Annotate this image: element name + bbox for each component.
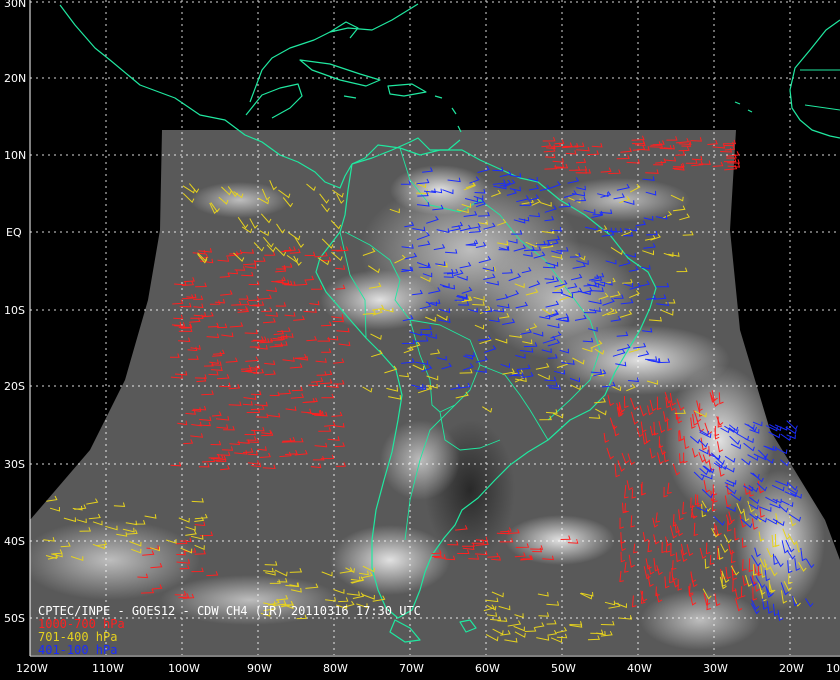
- lon-label-120w: 120W: [16, 662, 48, 675]
- lon-label-110w: 110W: [92, 662, 124, 675]
- lon-label-70w: 70W: [399, 662, 424, 675]
- lon-label-20w: 20W: [779, 662, 804, 675]
- caption-and-legend: CPTEC/INPE - GOES12 - CDW CH4 (IR) 20110…: [38, 604, 421, 657]
- legend-low-level: 1000-700 hPa: [38, 617, 125, 631]
- lat-label-30n: 30N: [4, 0, 26, 10]
- lon-label-60w: 60W: [475, 662, 500, 675]
- axis-labels: 30N 20N 10N EQ 10S 20S 30S 40S 50S 120W …: [4, 0, 840, 675]
- lon-label-40w: 40W: [627, 662, 652, 675]
- legend-mid-level: 701-400 hPa: [38, 630, 117, 644]
- longitude-labels: 120W 110W 100W 90W 80W 70W 60W 50W 40W 3…: [16, 662, 840, 675]
- lon-label-50w: 50W: [551, 662, 576, 675]
- lat-label-20s: 20S: [4, 380, 25, 393]
- legend-high-level: 401-100 hPa: [38, 643, 117, 657]
- lat-label-30s: 30S: [4, 458, 25, 471]
- lat-label-eq: EQ: [6, 226, 22, 239]
- lat-label-10n: 10N: [4, 149, 26, 162]
- lon-label-80w: 80W: [323, 662, 348, 675]
- lat-label-40s: 40S: [4, 535, 25, 548]
- lat-label-20n: 20N: [4, 72, 26, 85]
- lon-label-90w: 90W: [247, 662, 272, 675]
- lon-label-30w: 30W: [703, 662, 728, 675]
- latitude-labels: 30N 20N 10N EQ 10S 20S 30S 40S 50S: [4, 0, 26, 625]
- product-caption: CPTEC/INPE - GOES12 - CDW CH4 (IR) 20110…: [38, 604, 421, 618]
- lon-label-100w: 100W: [168, 662, 200, 675]
- lat-label-50s: 50S: [4, 612, 25, 625]
- lon-label-10: 10: [826, 662, 840, 675]
- lat-label-10s: 10S: [4, 304, 25, 317]
